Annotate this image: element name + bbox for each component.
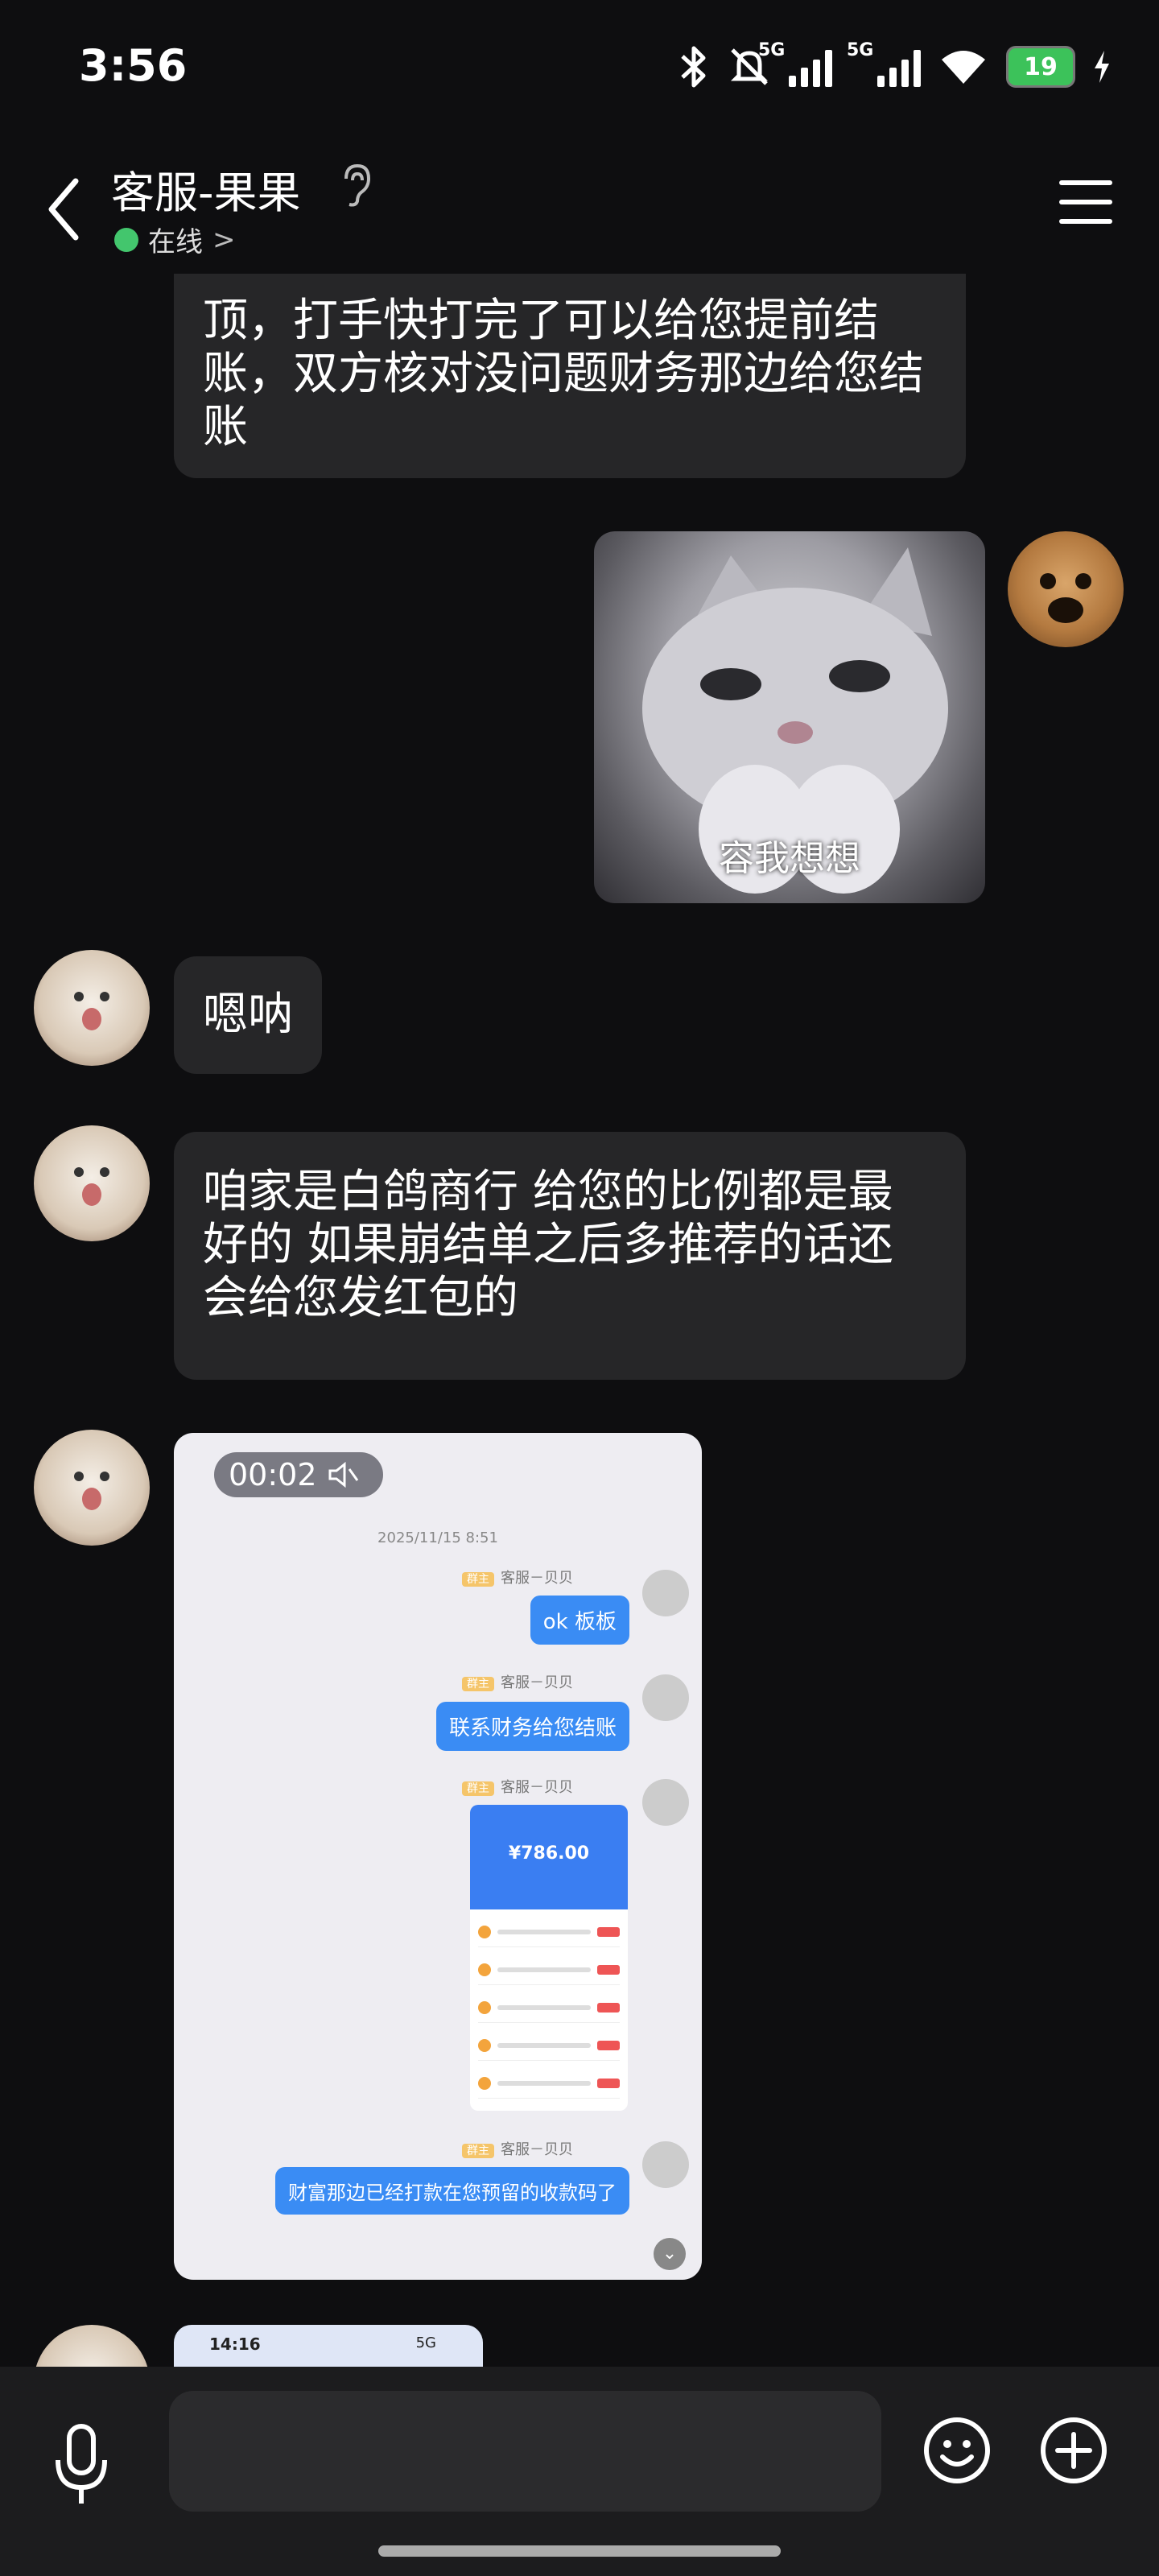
sender-name: 客服－贝贝 bbox=[501, 1674, 573, 1691]
contact-avatar[interactable] bbox=[34, 950, 150, 1066]
cat-face-graphic bbox=[74, 1472, 109, 1510]
charging-icon bbox=[1095, 51, 1109, 83]
contact-avatar[interactable] bbox=[34, 1430, 150, 1546]
message-input[interactable] bbox=[169, 2391, 881, 2512]
video-duration: 00:02 bbox=[229, 1457, 317, 1492]
screenshot-message: 财富那边已经打款在您预留的收款码了 bbox=[275, 2167, 629, 2215]
cat-face-graphic bbox=[74, 1167, 109, 1206]
message-bubble[interactable]: 嗯呐 bbox=[174, 956, 322, 1074]
emoji-icon[interactable] bbox=[922, 2415, 992, 2486]
screenshot-avatar bbox=[642, 1674, 689, 1721]
wifi-icon bbox=[942, 51, 985, 84]
message-text: 嗯呐 bbox=[203, 989, 293, 1041]
online-label: 在线 bbox=[148, 226, 203, 258]
menu-icon[interactable] bbox=[1058, 175, 1114, 229]
net-label-2: 5G bbox=[847, 40, 874, 60]
online-dot bbox=[114, 227, 138, 252]
contact-avatar[interactable] bbox=[34, 2325, 150, 2367]
sticker-caption: 容我想想 bbox=[719, 838, 860, 879]
mic-icon[interactable] bbox=[45, 2420, 118, 2508]
ear-icon bbox=[344, 163, 371, 207]
video-duration-badge: 00:02 bbox=[214, 1452, 383, 1497]
net-label-1: 5G bbox=[758, 40, 786, 60]
message-bubble[interactable]: 顶，打手快打完了可以给您提前结账，双方核对没问题财务那边给您结账 bbox=[174, 274, 966, 478]
sticker-image[interactable]: 容我想想 bbox=[594, 531, 985, 903]
contact-avatar[interactable] bbox=[34, 1125, 150, 1241]
payment-amount: ¥786.00 bbox=[508, 1843, 590, 1864]
online-status[interactable]: 在线 > bbox=[114, 220, 236, 259]
dog-face-graphic bbox=[1040, 573, 1091, 623]
muted-speaker-icon bbox=[328, 1461, 358, 1488]
status-icons: 5G 5G 19 bbox=[678, 39, 1111, 95]
sender-name: 客服－贝贝 bbox=[501, 1570, 573, 1587]
screenshot-avatar bbox=[642, 1779, 689, 1826]
screenshot-sender: 群主 客服－贝贝 bbox=[462, 1671, 573, 1692]
mini-net: 5G bbox=[415, 2334, 436, 2351]
signal-1: 5G bbox=[758, 40, 832, 87]
chat-area[interactable]: 顶，打手快打完了可以给您提前结账，双方核对没问题财务那边给您结账 容我想想 嗯呐… bbox=[0, 274, 1159, 2367]
input-bar bbox=[0, 2367, 1159, 2576]
status-bar: 3:56 5G 5G 19 bbox=[0, 0, 1159, 137]
screenshot-message: ok 板板 bbox=[530, 1596, 629, 1645]
chat-header: 客服-果果 在线 > bbox=[0, 137, 1159, 274]
home-indicator[interactable] bbox=[378, 2545, 781, 2557]
message-bubble[interactable]: 咱家是白鸽商行 给您的比例都是最好的 如果崩结单之后多推荐的话还会给您发红包的 bbox=[174, 1132, 966, 1380]
video-message[interactable]: 00:02 2025/11/15 8:51 群主 客服－贝贝 ok 板板 群主 客服… bbox=[174, 1433, 702, 2280]
image-message[interactable]: 14:16 5G bbox=[174, 2325, 483, 2367]
message-text: 咱家是白鸽商行 给您的比例都是最好的 如果崩结单之后多推荐的话还会给您发红包的 bbox=[203, 1166, 893, 1324]
screenshot-avatar bbox=[642, 1570, 689, 1616]
bluetooth-icon bbox=[681, 46, 706, 88]
chevron-right-icon: > bbox=[212, 223, 236, 256]
message-text: 顶，打手快打完了可以给您提前结账，双方核对没问题财务那边给您结账 bbox=[203, 295, 924, 453]
payment-screenshot: ¥786.00 bbox=[470, 1805, 628, 2111]
owner-tag: 群主 bbox=[462, 1572, 494, 1587]
owner-tag: 群主 bbox=[462, 1677, 494, 1691]
plus-icon[interactable] bbox=[1038, 2415, 1109, 2486]
owner-tag: 群主 bbox=[462, 1781, 494, 1796]
screenshot-sender: 群主 客服－贝贝 bbox=[462, 2138, 573, 2159]
status-time: 3:56 bbox=[79, 40, 188, 91]
screenshot-sender: 群主 客服－贝贝 bbox=[462, 1567, 573, 1587]
mini-time: 14:16 bbox=[209, 2334, 261, 2354]
owner-tag: 群主 bbox=[462, 2144, 494, 2158]
back-icon[interactable] bbox=[40, 173, 97, 246]
battery: 19 bbox=[1006, 46, 1075, 88]
screenshot-message: 联系财务给您结账 bbox=[435, 1702, 629, 1751]
sender-name: 客服－贝贝 bbox=[501, 2141, 573, 2158]
screenshot-avatar bbox=[642, 2141, 689, 2188]
contact-name[interactable]: 客服-果果 bbox=[111, 157, 301, 221]
screenshot-timestamp: 2025/11/15 8:51 bbox=[377, 1530, 498, 1546]
cat-face-graphic bbox=[74, 992, 109, 1030]
signal-2: 5G bbox=[847, 40, 921, 87]
sender-name: 客服－贝贝 bbox=[501, 1779, 573, 1796]
scroll-down-button: ⌄ bbox=[654, 2238, 686, 2270]
my-avatar[interactable] bbox=[1008, 531, 1124, 647]
screenshot-sender: 群主 客服－贝贝 bbox=[462, 1776, 573, 1797]
